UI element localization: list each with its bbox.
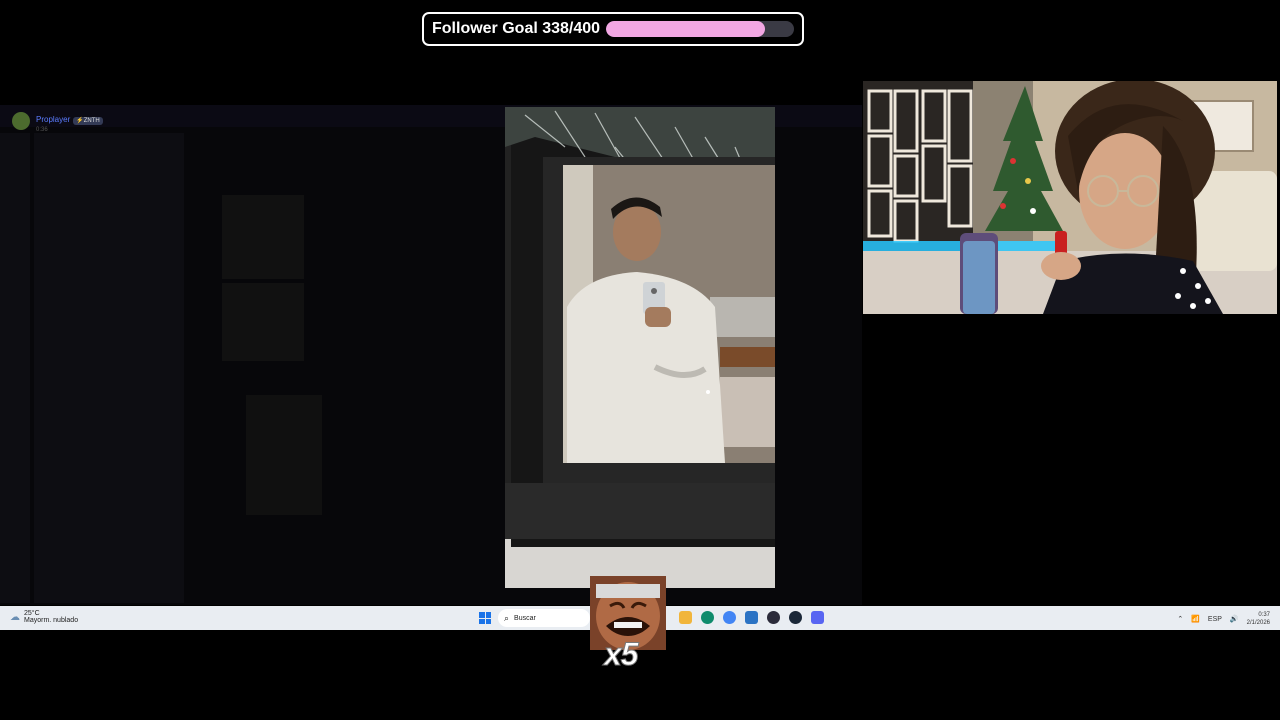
webcam-overlay: [863, 81, 1277, 314]
user-badge: ⚡ZNTH: [73, 117, 103, 125]
chat-image-1: [222, 195, 304, 279]
lang-indicator[interactable]: ESP: [1208, 616, 1222, 623]
chevron-up-icon[interactable]: ⌃: [1177, 615, 1183, 623]
follower-goal-fill: [606, 21, 765, 37]
shared-photo: [505, 107, 775, 588]
obs-icon[interactable]: [767, 611, 780, 624]
chat-image-2: [222, 283, 304, 361]
avatar: [12, 112, 30, 130]
weather-widget[interactable]: ☁ 25°C Mayorm. nublado: [10, 610, 78, 624]
discord-icon[interactable]: [811, 611, 824, 624]
server-list: [0, 133, 30, 603]
stream-username: Proplayer: [36, 115, 71, 124]
clock-time: 0:37: [1258, 612, 1270, 618]
weather-temp: 25°C: [24, 610, 40, 617]
edge-icon[interactable]: [701, 611, 714, 624]
notepad-icon[interactable]: [745, 611, 758, 624]
clock[interactable]: 0:37 2/1/2026: [1247, 611, 1270, 627]
follower-goal-widget: Follower Goal 338/400: [422, 12, 804, 46]
streamer-webcam-image: [863, 81, 1277, 314]
streamer-info: Proplayer ⚡ZNTH 0:36: [12, 109, 103, 133]
follower-goal-label: Follower Goal 338/400: [432, 20, 601, 37]
steam-icon[interactable]: [789, 611, 802, 624]
channel-list: [34, 133, 184, 603]
clock-date: 2/1/2026: [1246, 620, 1270, 626]
volume-icon[interactable]: 🔊: [1230, 615, 1239, 623]
emote-combo-count: x5: [604, 636, 640, 673]
chat-image-3: [246, 395, 322, 515]
start-button[interactable]: [479, 612, 491, 624]
mirror-selfie-image: [505, 107, 775, 588]
system-tray: ⌃ 📶 ESP 🔊 0:37 2/1/2026: [1177, 611, 1270, 627]
file-explorer-icon[interactable]: [679, 611, 692, 624]
network-icon[interactable]: 📶: [1191, 615, 1200, 623]
cloud-sun-icon: ☁: [10, 611, 20, 623]
search-icon: ⌕: [504, 612, 510, 623]
taskbar-search[interactable]: ⌕ Buscar: [498, 609, 590, 627]
follower-goal-track: [606, 21, 794, 37]
chrome-icon[interactable]: [723, 611, 736, 624]
weather-desc: Mayorm. nublado: [24, 617, 79, 624]
search-placeholder: Buscar: [514, 614, 536, 622]
